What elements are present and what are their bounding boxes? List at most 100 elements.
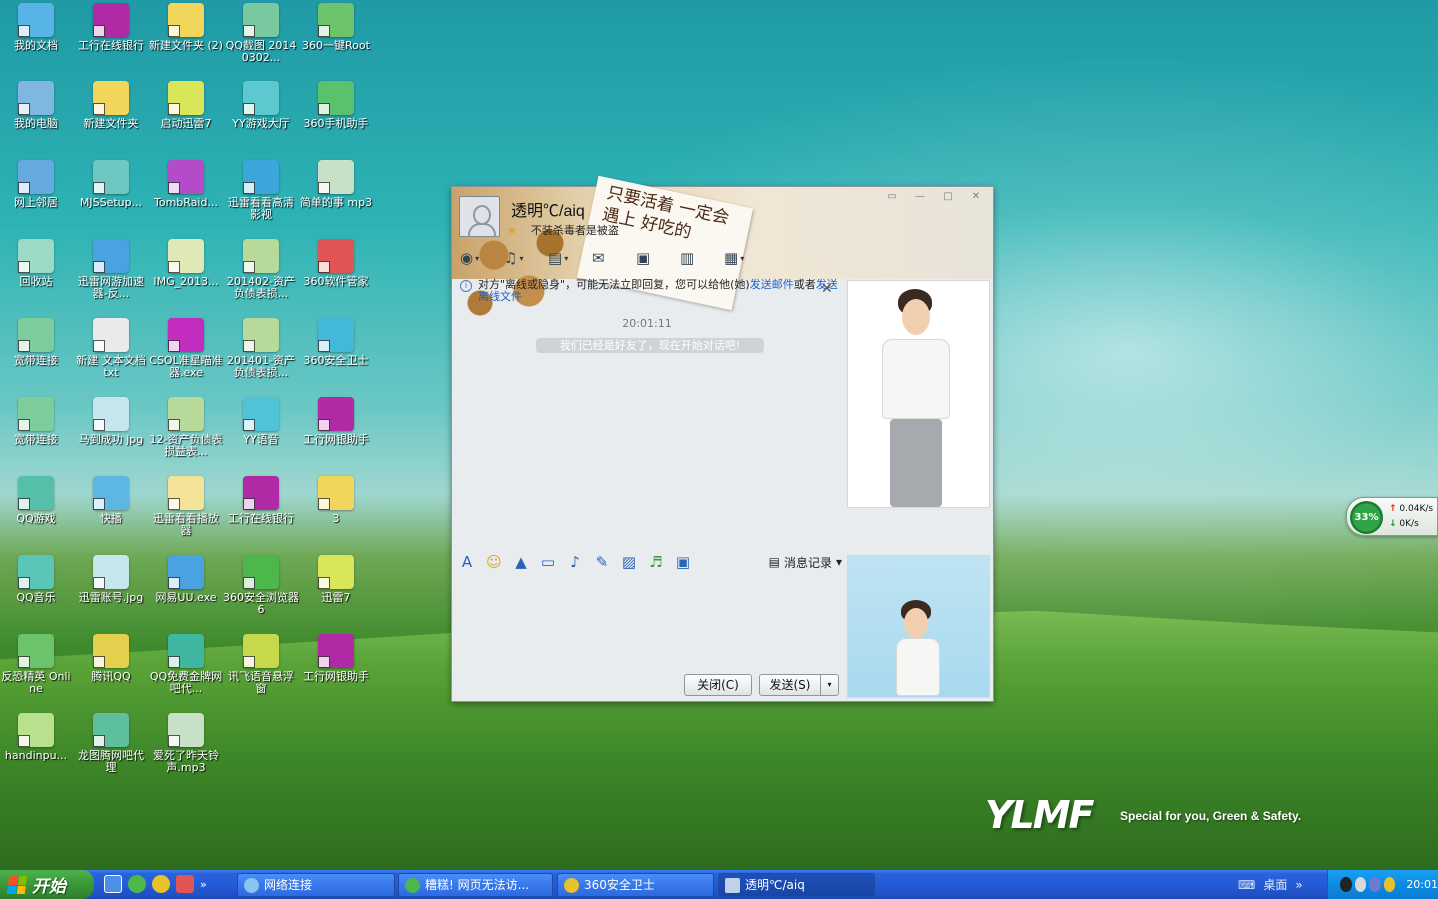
desktop-icon[interactable]: 我的电脑 bbox=[0, 81, 74, 130]
chevron-right-icon[interactable]: » bbox=[200, 878, 207, 891]
keyboard-icon[interactable]: ⌨ bbox=[1238, 878, 1255, 892]
image-icon[interactable]: ▨ bbox=[620, 553, 638, 571]
message-history-button[interactable]: ▤ 消息记录 ▾ bbox=[769, 554, 842, 571]
message-input[interactable] bbox=[452, 575, 842, 671]
desktop-icon[interactable]: 工行在线银行 bbox=[223, 476, 299, 525]
desktop-icon[interactable]: 网易UU.exe bbox=[148, 555, 224, 604]
desktop-icon[interactable]: 迅雷7 bbox=[298, 555, 374, 604]
desktop-icon[interactable]: 新建文件夹 bbox=[73, 81, 149, 130]
chevron-right-icon[interactable]: » bbox=[1295, 878, 1302, 892]
desktop-icon[interactable]: 360安全浏览器6 bbox=[223, 555, 299, 616]
desktop-icon[interactable]: 快播 bbox=[73, 476, 149, 525]
close-chat-button[interactable]: 关闭(C) bbox=[684, 674, 752, 696]
desktop-icon[interactable]: 360软件管家 bbox=[298, 239, 374, 288]
desktop-icon[interactable]: YY语音 bbox=[223, 397, 299, 446]
desktop-icon[interactable]: QQ音乐 bbox=[0, 555, 74, 604]
desktop-icon[interactable]: IMG_2013... bbox=[148, 239, 224, 288]
desktop-icon[interactable]: 迅雷账号.jpg bbox=[73, 555, 149, 604]
video-call-button[interactable]: ◉ ▾ bbox=[460, 247, 498, 269]
desktop-icon[interactable]: 宽带连接 bbox=[0, 318, 74, 367]
desktop-icon[interactable]: 网上邻居 bbox=[0, 160, 74, 209]
apps-button[interactable]: ▦ ▾ bbox=[724, 247, 762, 269]
share-screen-button[interactable]: ▥ bbox=[680, 247, 718, 269]
desktop-icon[interactable]: 360安全卫士 bbox=[298, 318, 374, 367]
desktop-icon[interactable]: CSOL准星瞄准器.exe bbox=[148, 318, 224, 379]
desktop-icon[interactable]: 迅雷看看高清影视 bbox=[223, 160, 299, 221]
desktop-icon[interactable]: YY游戏大厅 bbox=[223, 81, 299, 130]
transfer-file-button[interactable]: ▤ ▾ bbox=[548, 247, 586, 269]
desktop-icon[interactable]: 爱死了昨天铃声.mp3 bbox=[148, 713, 224, 774]
desktop-icon[interactable]: 宽带连接 bbox=[0, 397, 74, 446]
volume-icon[interactable] bbox=[1369, 877, 1381, 892]
desktop-icon[interactable]: 工行网银助手 bbox=[298, 397, 374, 446]
create-discussion-button[interactable]: ✉ bbox=[592, 247, 630, 269]
desktop-icon[interactable]: MJSSetup... bbox=[73, 160, 149, 209]
app-icon bbox=[18, 713, 54, 747]
font-icon[interactable]: A bbox=[458, 553, 476, 571]
desktop-icon[interactable]: handinpu... bbox=[0, 713, 74, 762]
desktop-icon[interactable]: 我的文档 bbox=[0, 3, 74, 52]
contact-signature[interactable]: 不装杀毒者是被盗 bbox=[531, 224, 619, 237]
desktop-icon[interactable]: 反恐精英 Online bbox=[0, 634, 74, 695]
desktop-icon[interactable]: TombRaid... bbox=[148, 160, 224, 209]
desktop-icon[interactable]: 新建文件夹 (2) bbox=[148, 3, 224, 52]
task-360-security[interactable]: 360安全卫士 bbox=[557, 873, 714, 897]
voice-call-button[interactable]: ♫ ▾ bbox=[504, 247, 542, 269]
maximize-button[interactable]: □ bbox=[937, 190, 959, 204]
message-history[interactable]: 20:01:11 我们已经是好友了，现在开始对话吧! bbox=[452, 305, 842, 545]
remote-desktop-button[interactable]: ▣ bbox=[636, 247, 674, 269]
minimize-button[interactable]: — bbox=[909, 190, 931, 204]
desktop-icon[interactable]: 201402-资产负债表损... bbox=[223, 239, 299, 300]
desktop-icon[interactable]: 龙图腾网吧代理 bbox=[73, 713, 149, 774]
desktop-icon[interactable]: 回收站 bbox=[0, 239, 74, 288]
app-icon[interactable] bbox=[176, 875, 194, 893]
qq-tray-icon[interactable] bbox=[1340, 877, 1352, 892]
clock[interactable]: 20:01 bbox=[1406, 878, 1438, 891]
shake-icon[interactable]: ▲ bbox=[512, 553, 530, 571]
send-button[interactable]: 发送(S) ▾ bbox=[759, 674, 839, 696]
desktop-icon[interactable]: 简单的事 mp3 bbox=[298, 160, 374, 209]
network-speed-widget[interactable]: 33% ↑ 0.04K/s ↓ 0K/s bbox=[1346, 497, 1438, 536]
video-clip-icon[interactable]: ▭ bbox=[539, 553, 557, 571]
desktop-icon[interactable]: 360一键Root bbox=[298, 3, 374, 52]
desktop-icon[interactable]: 工行网银助手 bbox=[298, 634, 374, 683]
desktop-icon[interactable]: QQ游戏 bbox=[0, 476, 74, 525]
desktop-icon[interactable]: 启动迅雷7 bbox=[148, 81, 224, 130]
desktop-icon[interactable]: 工行在线银行 bbox=[73, 3, 149, 52]
desktop-icon[interactable]: 迅雷网游加速器-反... bbox=[73, 239, 149, 300]
start-button[interactable]: 开始 bbox=[0, 870, 94, 899]
show-desktop-icon[interactable] bbox=[104, 875, 122, 893]
desktop-icon[interactable]: 新建 文本文档 txt bbox=[73, 318, 149, 379]
desktop-icon[interactable]: 3 bbox=[298, 476, 374, 525]
desktop-icon[interactable]: 马到成功 jpg bbox=[73, 397, 149, 446]
qq-chat-window[interactable]: 只要活着 一定会遇上 好吃的 透明℃/aiq ★ 不装杀毒者是被盗 ▭ — □ ✕… bbox=[451, 175, 994, 702]
screenshot-icon[interactable]: ▣ bbox=[674, 553, 692, 571]
desktop-icon[interactable]: QQ截图 20140302... bbox=[223, 3, 299, 64]
contact-avatar[interactable] bbox=[459, 196, 500, 237]
desktop-icon[interactable]: 迅雷看看播放器 bbox=[148, 476, 224, 537]
send-options-icon[interactable]: ▾ bbox=[820, 675, 838, 695]
voice-message-icon[interactable]: ♪ bbox=[566, 553, 584, 571]
desktop-icon[interactable]: 201401-资产负债表损... bbox=[223, 318, 299, 379]
task-qq-chat[interactable]: 透明℃/aiq bbox=[718, 873, 875, 897]
360-icon[interactable] bbox=[152, 875, 170, 893]
skin-icon[interactable]: ▭ bbox=[881, 190, 903, 204]
browser-icon[interactable] bbox=[128, 875, 146, 893]
app-icon bbox=[318, 318, 354, 352]
notice-close-icon[interactable]: ✕ bbox=[821, 281, 833, 297]
doodle-icon[interactable]: ✎ bbox=[593, 553, 611, 571]
desktop-icon[interactable]: 腾讯QQ bbox=[73, 634, 149, 683]
emoji-icon[interactable]: ☺ bbox=[485, 553, 503, 571]
task-browser-error[interactable]: 糟糕! 网页无法访... bbox=[398, 873, 553, 897]
send-email-link[interactable]: 发送邮件 bbox=[750, 278, 794, 291]
desktop-label[interactable]: 桌面 bbox=[1263, 876, 1287, 893]
360-tray-icon[interactable] bbox=[1383, 877, 1396, 892]
desktop-icon[interactable]: QQ免费金牌网吧代... bbox=[148, 634, 224, 695]
task-network-connections[interactable]: 网络连接 bbox=[237, 873, 395, 897]
desktop-icon[interactable]: 12-资产负债表损益表... bbox=[148, 397, 224, 458]
desktop-icon[interactable]: 360手机助手 bbox=[298, 81, 374, 130]
close-icon[interactable]: ✕ bbox=[965, 190, 987, 204]
network-tray-icon[interactable] bbox=[1354, 877, 1367, 892]
music-icon[interactable]: ♬ bbox=[647, 553, 665, 571]
desktop-icon[interactable]: 讯飞语音悬浮窗 bbox=[223, 634, 299, 695]
